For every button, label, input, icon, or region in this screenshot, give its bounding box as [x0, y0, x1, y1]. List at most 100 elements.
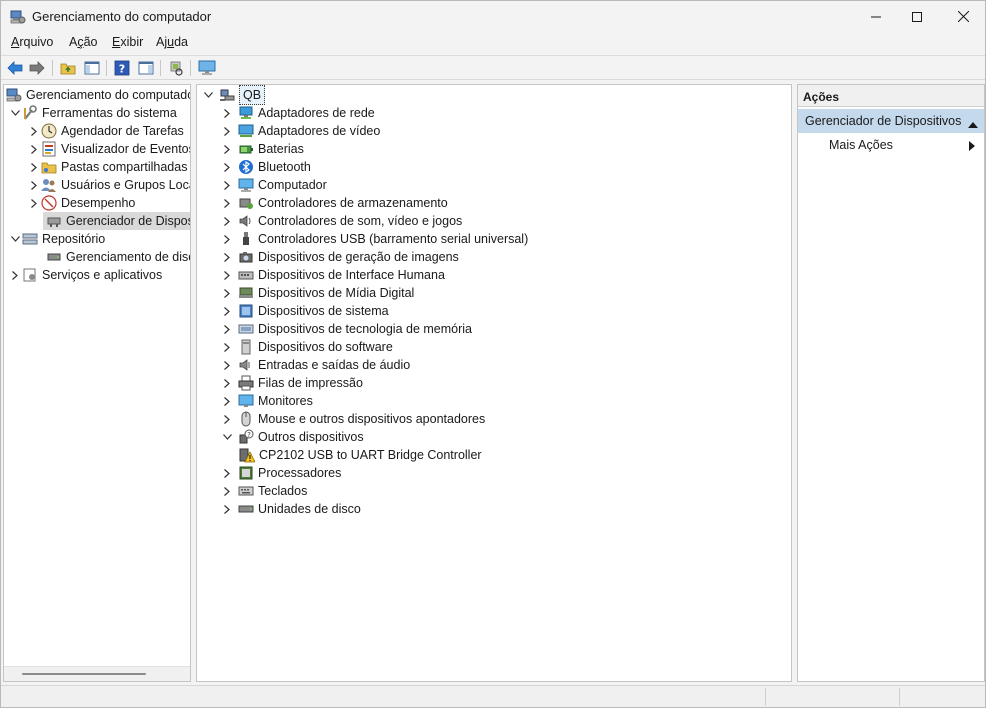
device-category[interactable]: Dispositivos de sistema	[220, 302, 389, 320]
chevron-right-icon[interactable]	[27, 194, 41, 212]
device-category[interactable]: Filas de impressão	[220, 374, 363, 392]
chevron-right-icon[interactable]	[220, 500, 234, 518]
device-category[interactable]: Dispositivos de Interface Humana	[220, 266, 445, 284]
chevron-down-icon[interactable]	[8, 230, 22, 248]
tree-item-agendador[interactable]: Agendador de Tarefas	[27, 122, 184, 140]
chevron-right-icon[interactable]	[220, 410, 234, 428]
toolbar-separator	[190, 60, 191, 76]
chevron-right-icon[interactable]	[220, 194, 234, 212]
device-category[interactable]: Processadores	[220, 464, 341, 482]
tree-item-servicos[interactable]: Serviços e aplicativos	[8, 266, 162, 284]
device-category[interactable]: ? Outros dispositivos	[220, 428, 364, 446]
chevron-right-icon[interactable]	[220, 176, 234, 194]
printer-icon	[238, 375, 254, 391]
forward-button[interactable]	[28, 59, 46, 77]
device-category[interactable]: Bluetooth	[220, 158, 311, 176]
left-horizontal-scrollbar[interactable]	[4, 666, 190, 681]
device-tree-root[interactable]: QB	[201, 85, 266, 105]
actions-section-device-manager[interactable]: Gerenciador de Dispositivos	[798, 109, 984, 133]
tree-item-eventos[interactable]: Visualizador de Eventos	[27, 140, 190, 158]
chevron-right-icon[interactable]	[220, 356, 234, 374]
device-category[interactable]: Dispositivos de geração de imagens	[220, 248, 459, 266]
warning-device-icon	[239, 447, 255, 463]
scan-hardware-button[interactable]	[167, 59, 185, 77]
chevron-right-icon[interactable]	[220, 392, 234, 410]
menu-ajuda[interactable]: Ajuda	[156, 35, 188, 49]
chevron-right-icon[interactable]	[220, 464, 234, 482]
device-category-label: Dispositivos de Interface Humana	[258, 268, 445, 282]
tree-item-gerenciamento-disco[interactable]: Gerenciamento de disco	[46, 248, 190, 266]
tree-item-ferramentas[interactable]: Ferramentas do sistema	[8, 104, 177, 122]
device-category[interactable]: Dispositivos de Mídia Digital	[220, 284, 414, 302]
chevron-right-icon[interactable]	[220, 248, 234, 266]
toolbar-separator	[52, 60, 53, 76]
device-category[interactable]: Baterias	[220, 140, 304, 158]
device-category[interactable]: Controladores USB (barramento serial uni…	[220, 230, 528, 248]
menu-arquivo[interactable]: Arquivo	[11, 35, 53, 49]
scrollbar-thumb[interactable]	[22, 673, 146, 675]
chevron-right-icon[interactable]	[220, 230, 234, 248]
chevron-right-icon[interactable]	[220, 158, 234, 176]
svg-text:?: ?	[247, 431, 251, 439]
chevron-right-icon[interactable]	[27, 140, 41, 158]
close-button[interactable]	[940, 1, 986, 32]
chevron-right-icon[interactable]	[8, 266, 22, 284]
tree-item-repositorio[interactable]: Repositório	[8, 230, 105, 248]
device-category[interactable]: Entradas e saídas de áudio	[220, 356, 410, 374]
chevron-right-icon[interactable]	[220, 482, 234, 500]
tree-item-desempenho[interactable]: Desempenho	[27, 194, 135, 212]
more-actions-item[interactable]: Mais Ações	[798, 135, 984, 155]
menu-exibir[interactable]: Exibir	[112, 35, 143, 49]
chevron-right-icon[interactable]	[27, 176, 41, 194]
collapse-up-icon[interactable]	[968, 117, 978, 131]
device-category[interactable]: Adaptadores de vídeo	[220, 122, 380, 140]
tree-root[interactable]: Gerenciamento do computador (Local)	[6, 86, 190, 104]
chevron-down-icon[interactable]	[8, 104, 22, 122]
back-button[interactable]	[6, 59, 24, 77]
chevron-right-icon[interactable]	[220, 212, 234, 230]
up-level-button[interactable]	[59, 59, 77, 77]
chevron-right-icon[interactable]	[220, 122, 234, 140]
menu-acao[interactable]: Ação	[69, 35, 98, 49]
device-category-label: Outros dispositivos	[258, 430, 364, 444]
device-category-label: Dispositivos de tecnologia de memória	[258, 322, 472, 336]
device-category[interactable]: Teclados	[220, 482, 307, 500]
device-category[interactable]: Controladores de som, vídeo e jogos	[220, 212, 462, 230]
hid-icon	[238, 267, 254, 283]
tree-item-gerenciador-dispositivos[interactable]: Gerenciador de Dispositivos	[43, 212, 190, 230]
device-category[interactable]: Controladores de armazenamento	[220, 194, 448, 212]
device-category[interactable]: Unidades de disco	[220, 500, 361, 518]
chevron-down-icon[interactable]	[201, 86, 215, 104]
chevron-right-icon[interactable]	[27, 158, 41, 176]
help-button[interactable]: ?	[113, 59, 131, 77]
chevron-right-icon[interactable]	[27, 122, 41, 140]
chevron-right-icon[interactable]	[220, 374, 234, 392]
chevron-right-icon[interactable]	[220, 140, 234, 158]
maximize-button[interactable]	[894, 1, 940, 32]
show-hide-action-pane-button[interactable]	[137, 59, 155, 77]
device-category[interactable]: Monitores	[220, 392, 313, 410]
tree-item-pastas[interactable]: Pastas compartilhadas	[27, 158, 187, 176]
tree-item-usuarios[interactable]: Usuários e Grupos Locais	[27, 176, 190, 194]
actions-section-label: Gerenciador de Dispositivos	[805, 114, 962, 128]
chevron-right-icon[interactable]	[220, 320, 234, 338]
minimize-button[interactable]	[853, 1, 899, 32]
tree-root-label: Gerenciamento do computador (Local)	[26, 88, 190, 102]
show-devices-button[interactable]	[198, 59, 216, 77]
chevron-right-icon[interactable]	[220, 104, 234, 122]
device-category[interactable]: Computador	[220, 176, 327, 194]
device-category[interactable]: Mouse e outros dispositivos apontadores	[220, 410, 485, 428]
chevron-down-icon[interactable]	[220, 428, 234, 446]
device-category[interactable]: Dispositivos do software	[220, 338, 393, 356]
device-item[interactable]: CP2102 USB to UART Bridge Controller	[239, 446, 482, 464]
users-icon	[41, 177, 57, 193]
chevron-right-icon[interactable]	[220, 284, 234, 302]
chevron-right-icon[interactable]	[220, 266, 234, 284]
chevron-right-icon[interactable]	[220, 302, 234, 320]
back-arrow-icon	[7, 61, 23, 75]
device-category[interactable]: Adaptadores de rede	[220, 104, 375, 122]
chevron-right-icon[interactable]	[220, 338, 234, 356]
show-hide-tree-button[interactable]	[83, 59, 101, 77]
device-category[interactable]: Dispositivos de tecnologia de memória	[220, 320, 472, 338]
computer-icon	[238, 177, 254, 193]
